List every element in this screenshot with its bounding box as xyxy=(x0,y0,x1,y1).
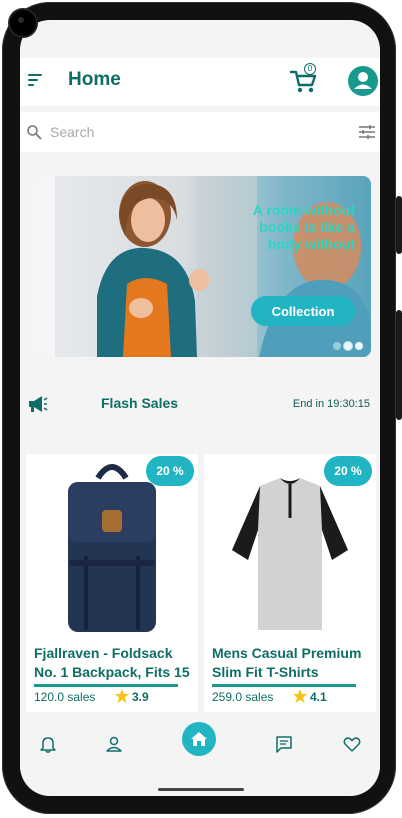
product-card[interactable]: 20 % Fjallraven - Foldsack No. 1 Backpac… xyxy=(26,454,198,712)
search-bar xyxy=(20,112,380,152)
product-sales: 120.0 sales xyxy=(34,690,96,704)
volume-button xyxy=(396,310,402,420)
home-indicator xyxy=(158,788,244,791)
search-input[interactable] xyxy=(48,120,348,144)
front-camera xyxy=(10,10,36,36)
discount-badge: 20 % xyxy=(146,456,194,486)
product-sales: 259.0 sales xyxy=(212,690,274,704)
product-name[interactable]: Mens Casual Premium Slim Fit T-Shirts xyxy=(212,644,374,682)
carousel-dots xyxy=(333,337,366,350)
product-divider xyxy=(34,684,178,687)
discount-badge: 20 % xyxy=(324,456,372,486)
bell-icon[interactable] xyxy=(38,734,58,754)
flash-sales-timer: End in 19:30:15 xyxy=(292,398,370,410)
app-screen: Home 0 Search A room without books is li… xyxy=(20,20,380,796)
bottom-nav xyxy=(20,720,380,770)
chat-icon[interactable] xyxy=(274,734,294,754)
star-icon xyxy=(115,689,129,703)
carousel-dot[interactable] xyxy=(344,342,352,350)
backpack-image xyxy=(68,464,156,632)
product-rating: 4.1 xyxy=(310,690,327,704)
page-title: Home xyxy=(68,69,121,90)
cart-count-badge: 0 xyxy=(304,63,316,75)
star-icon xyxy=(293,689,307,703)
collection-button[interactable]: Collection xyxy=(251,296,355,326)
person-icon[interactable] xyxy=(104,734,124,754)
heart-icon[interactable] xyxy=(342,734,362,754)
search-icon xyxy=(27,125,42,140)
flash-sales-header: Flash Sales End in 19:30:15 xyxy=(20,390,380,418)
product-divider xyxy=(212,684,356,687)
account-icon xyxy=(354,72,372,89)
product-name[interactable]: Fjallraven - Foldsack No. 1 Backpack, Fi… xyxy=(34,644,196,682)
filter-icon[interactable] xyxy=(358,124,376,140)
avatar[interactable] xyxy=(348,66,378,96)
product-card[interactable]: 20 % Mens Casual Premium Slim Fit T-Shir… xyxy=(204,454,376,712)
app-header: Home 0 xyxy=(20,58,380,106)
power-button xyxy=(396,196,402,254)
banner-quote: A room without books is like a body with… xyxy=(252,202,355,252)
home-icon xyxy=(191,732,207,746)
home-button[interactable] xyxy=(182,722,216,756)
promo-banner[interactable]: A room without books is like a body with… xyxy=(27,176,371,357)
phone-mockup: Home 0 Search A room without books is li… xyxy=(0,0,402,818)
product-rating: 3.9 xyxy=(132,690,149,704)
flash-sales-title: Flash Sales xyxy=(101,395,179,411)
megaphone-icon xyxy=(29,396,48,412)
menu-icon[interactable] xyxy=(28,74,44,88)
tshirt-image xyxy=(232,478,348,630)
carousel-dot[interactable] xyxy=(333,342,341,350)
carousel-dot[interactable] xyxy=(355,342,363,350)
